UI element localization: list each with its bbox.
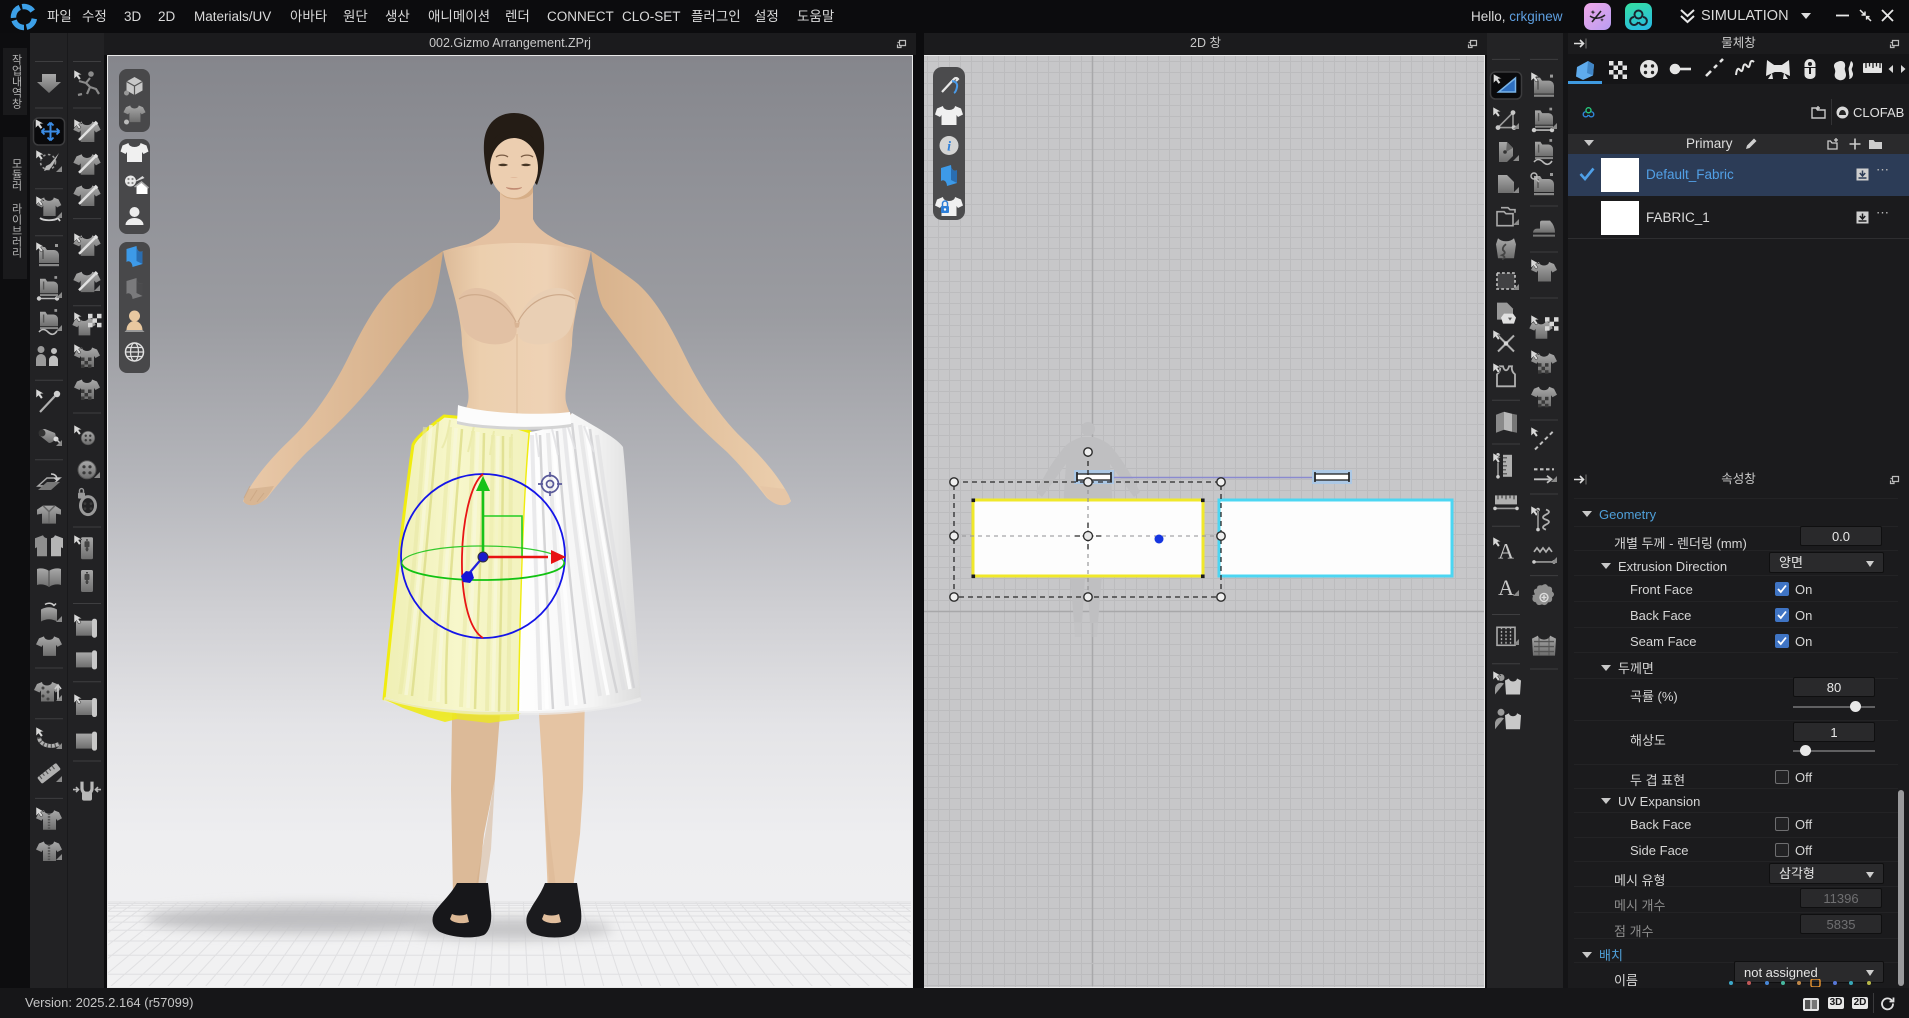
svg-text:i: i (947, 140, 951, 155)
